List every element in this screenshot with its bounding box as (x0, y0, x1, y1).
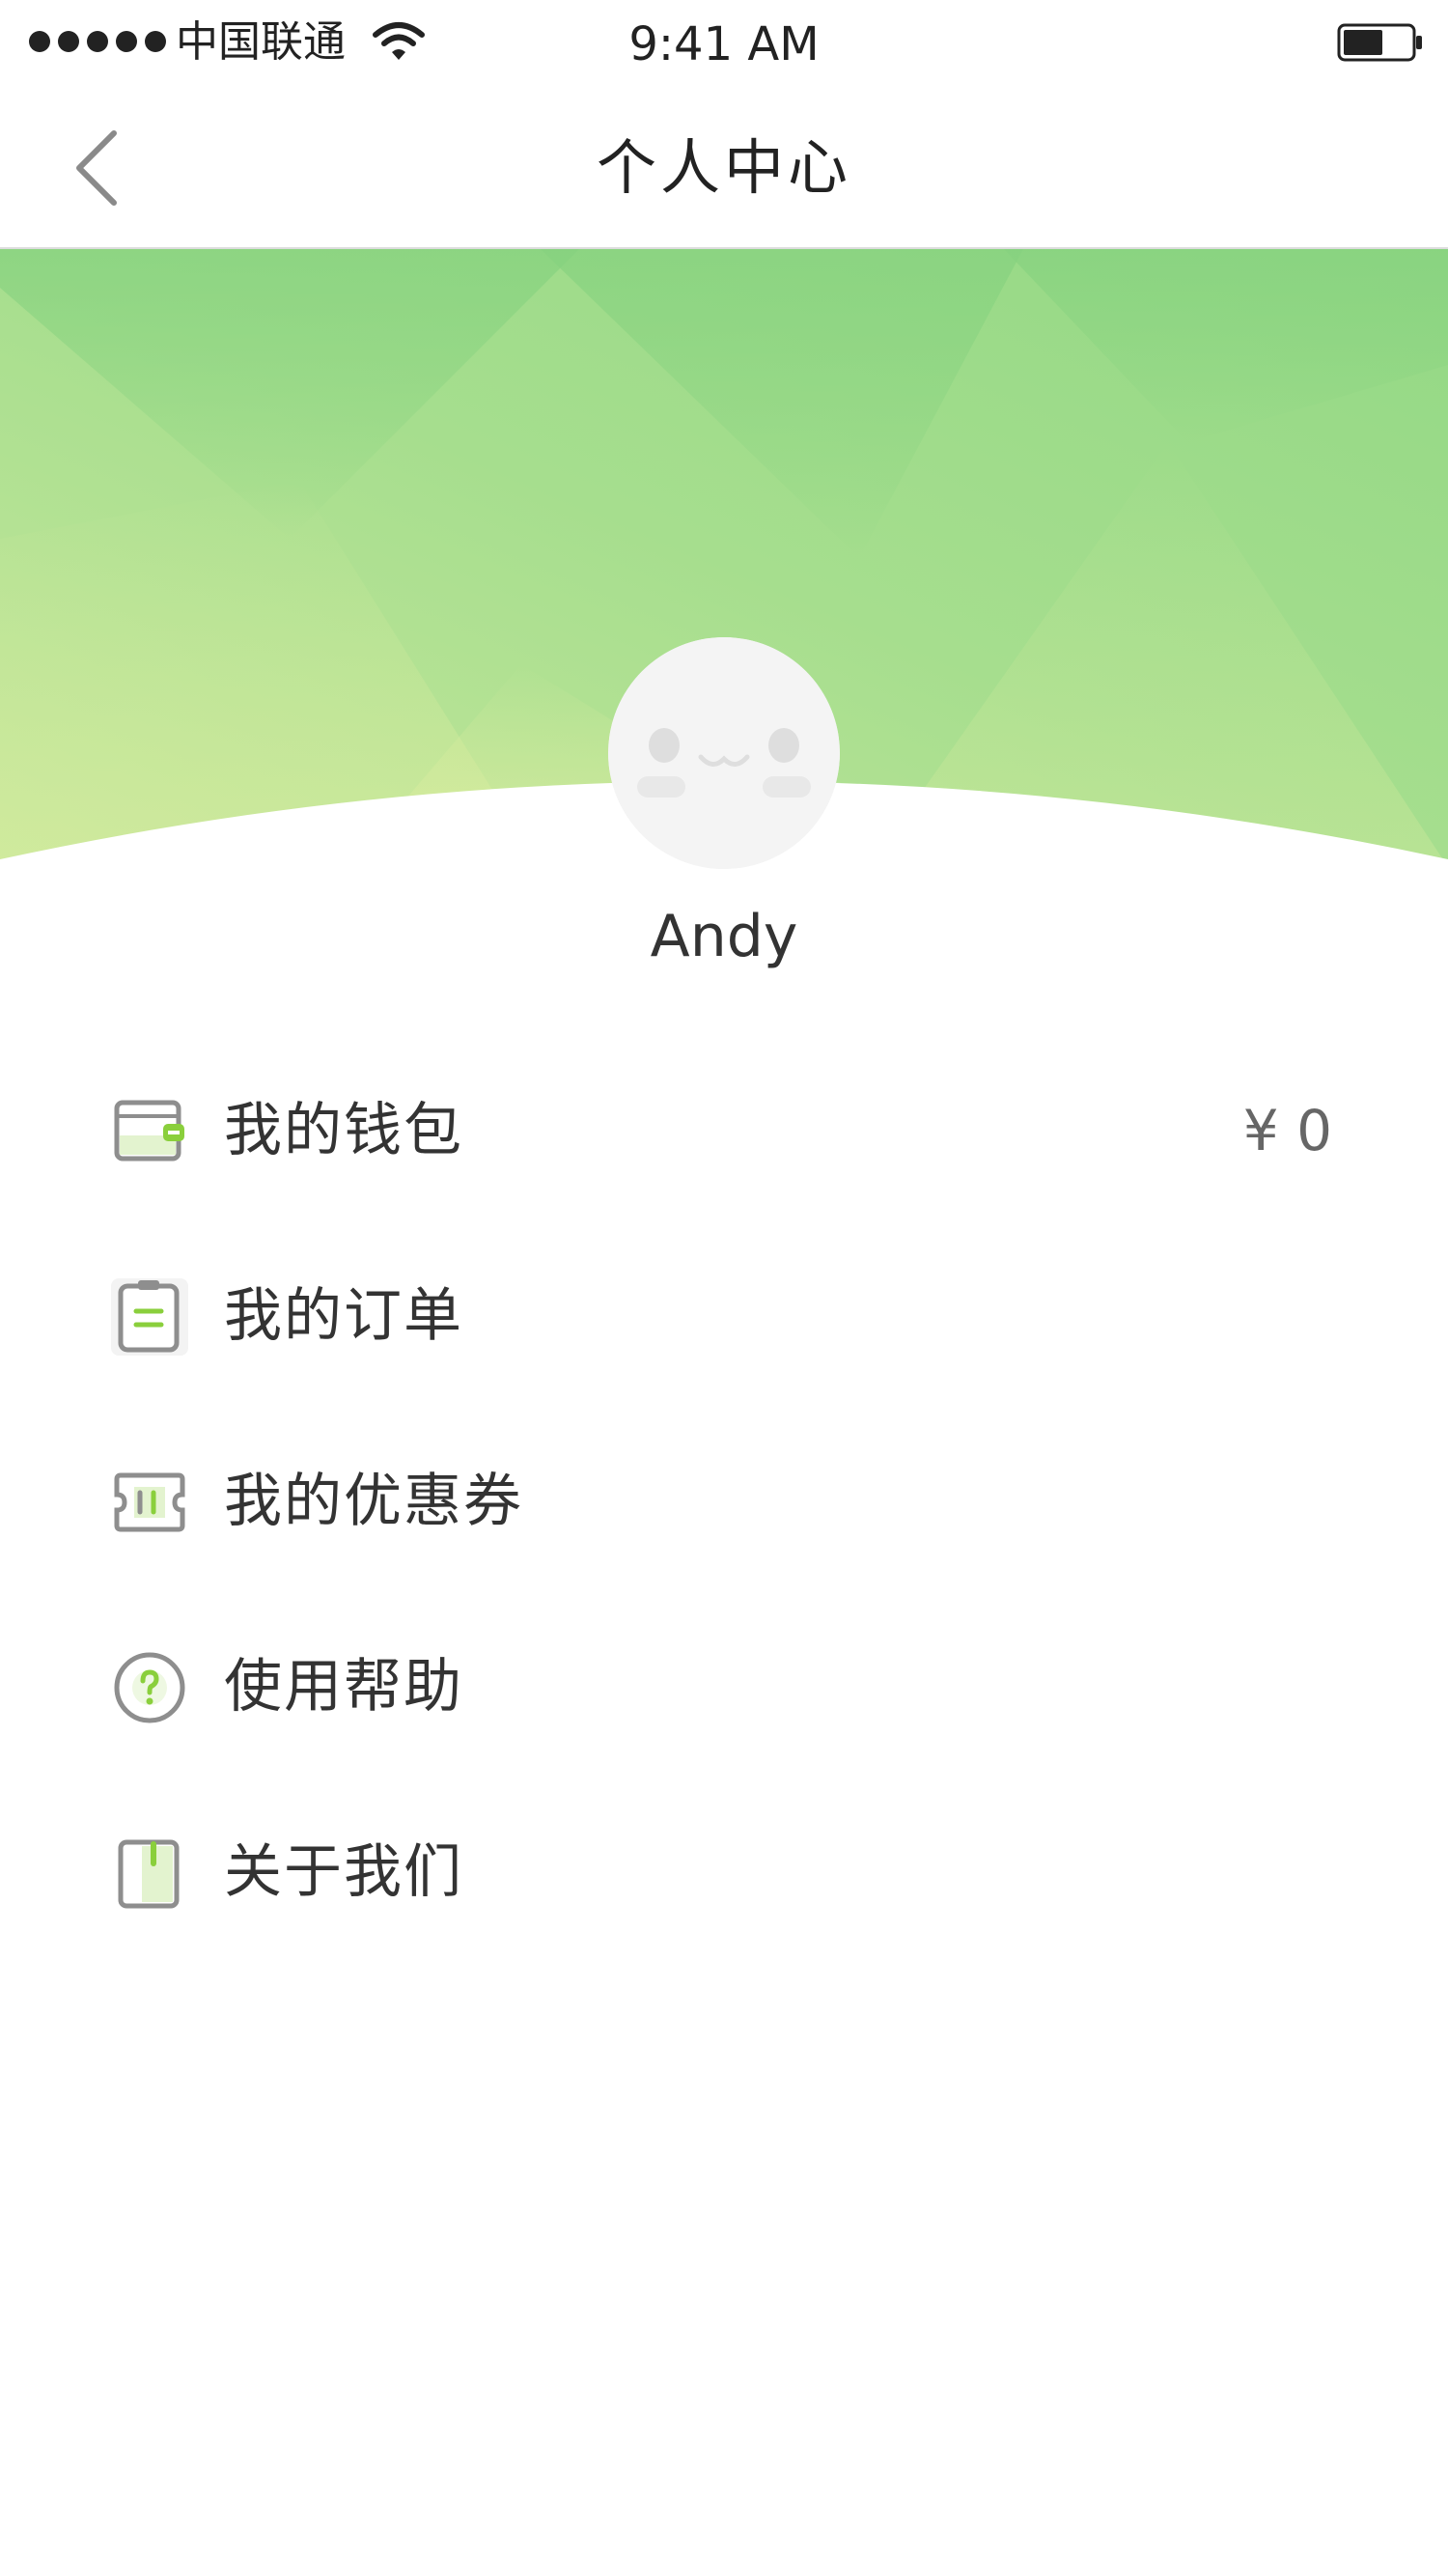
order-clipboard-icon (111, 1278, 188, 1356)
username: Andy (650, 903, 798, 970)
menu-label-orders: 我的订单 (224, 1282, 463, 1350)
coupon-ticket-icon (114, 1472, 185, 1532)
navigation-bar: 个人中心 (0, 87, 1448, 249)
menu-label-about: 关于我们 (224, 1838, 463, 1906)
menu-label-coupons: 我的优惠券 (224, 1468, 523, 1535)
avatar[interactable] (608, 637, 840, 869)
profile-menu: 我的钱包 ¥ 0 我的订单 我的优惠券 使用帮助 关于我们 (0, 1033, 1448, 1960)
wallet-balance: ¥ 0 (1242, 1098, 1332, 1163)
menu-label-wallet: 我的钱包 (224, 1097, 463, 1164)
page-title: 个人中心 (596, 132, 851, 203)
about-book-icon (118, 1839, 180, 1909)
status-bar: 中国联通 9:41 AM (0, 0, 1448, 87)
battery-icon (1337, 23, 1422, 62)
wallet-icon (114, 1100, 184, 1162)
status-time: 9:41 AM (628, 17, 820, 71)
menu-item-about[interactable]: 关于我们 (0, 1775, 1448, 1960)
menu-item-help[interactable]: 使用帮助 (0, 1589, 1448, 1775)
menu-item-wallet[interactable]: 我的钱包 ¥ 0 (0, 1033, 1448, 1218)
menu-item-orders[interactable]: 我的订单 (0, 1218, 1448, 1404)
menu-label-help: 使用帮助 (224, 1653, 463, 1721)
help-question-icon (114, 1652, 185, 1723)
menu-item-coupons[interactable]: 我的优惠券 (0, 1404, 1448, 1589)
